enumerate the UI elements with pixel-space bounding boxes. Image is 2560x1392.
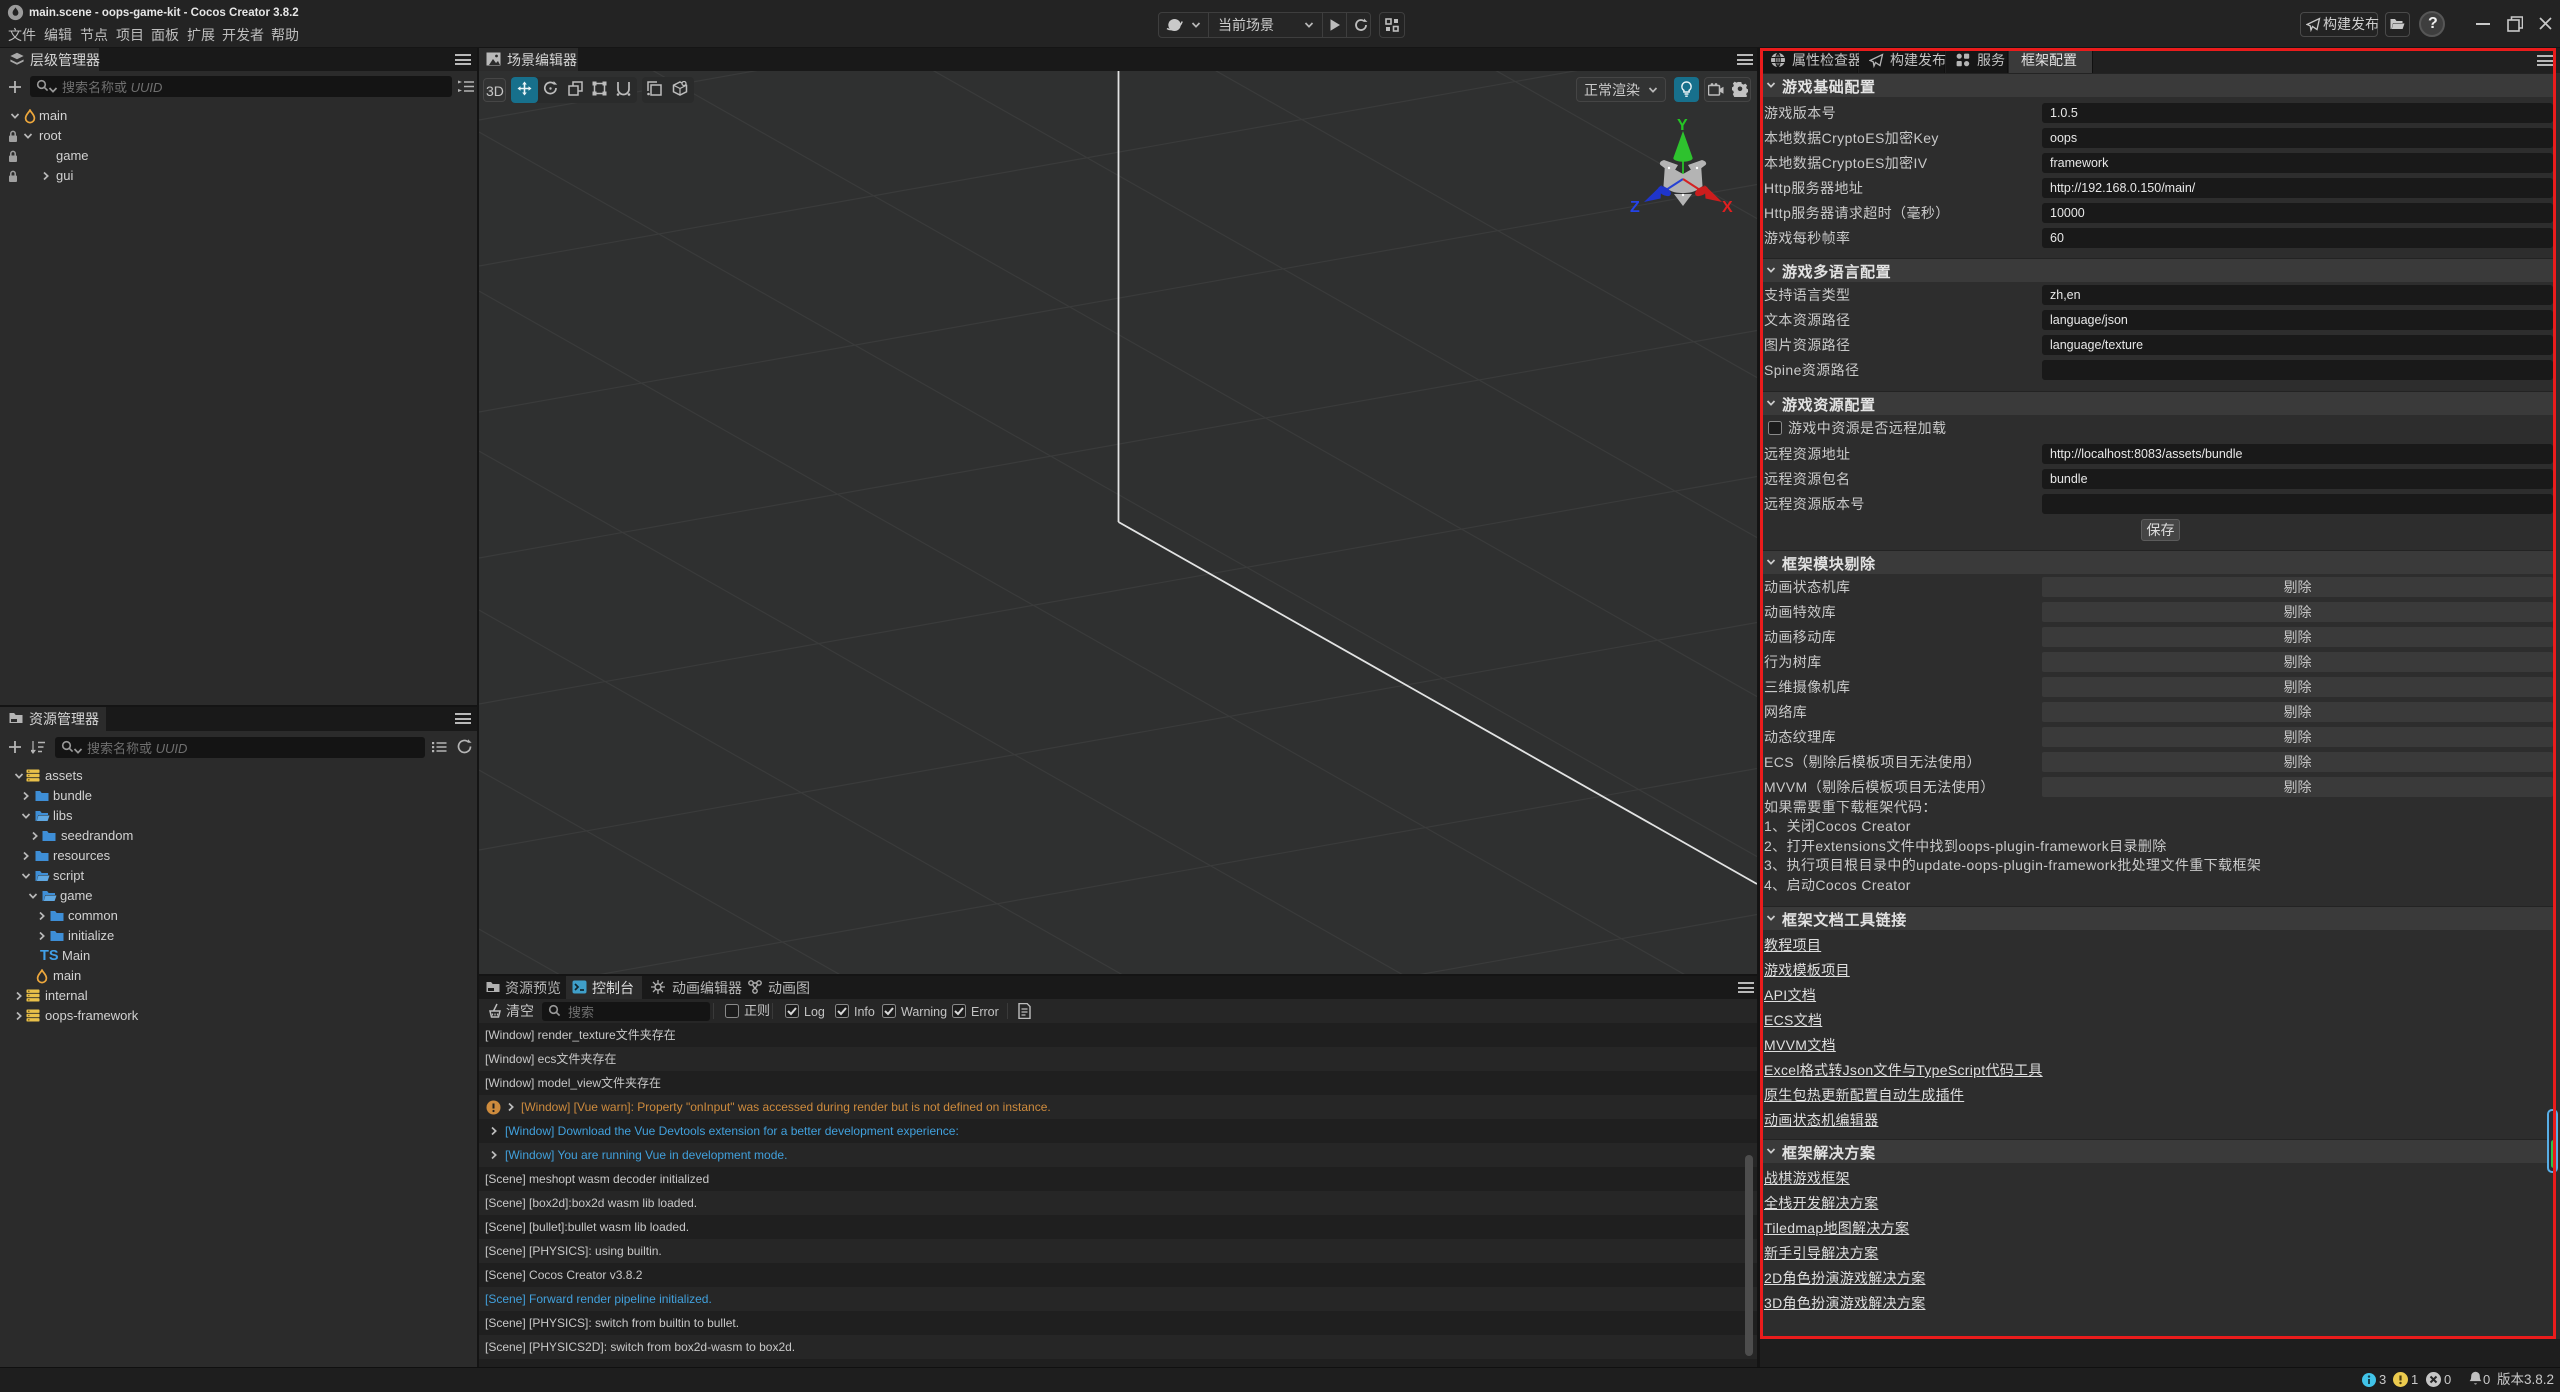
svg-text:X: X	[1722, 199, 1733, 216]
svg-text:Y: Y	[1677, 118, 1688, 134]
svg-text:Z: Z	[1630, 199, 1640, 216]
